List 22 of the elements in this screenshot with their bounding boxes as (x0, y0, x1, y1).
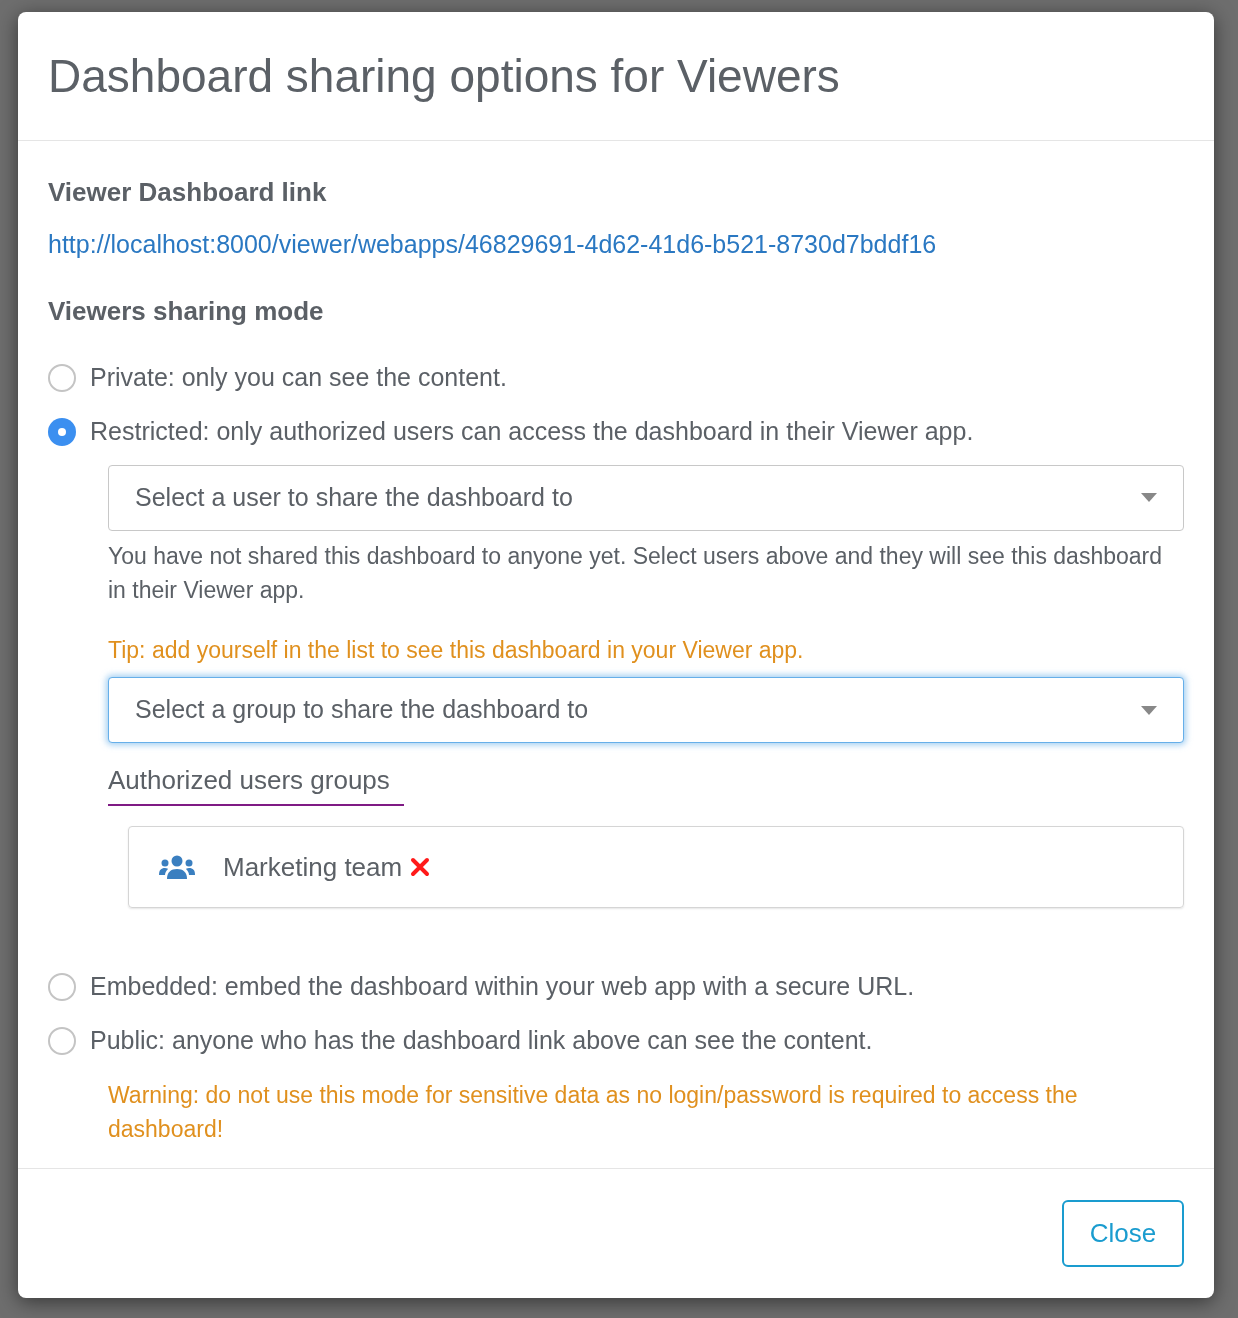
radio-label: Restricted: only authorized users can access the dashboard in their Viewer app. (90, 415, 974, 447)
warning-text: Warning: do not use this mode for sensitive data as no login/password is required to access the dashboard! (108, 1081, 1079, 1144)
section-heading: Viewer Dashboard link (48, 176, 328, 209)
section-heading: Viewers sharing mode (48, 294, 325, 328)
remove-icon[interactable] (410, 857, 431, 877)
caret-icon (1141, 705, 1157, 715)
radio-label: Private: only you can see the content. (90, 361, 507, 393)
group-name: Marketing team (223, 850, 403, 884)
dropdown-field[interactable]: Select a user to share the dashboard to (108, 464, 1184, 531)
users-icon (159, 855, 195, 879)
radio-button[interactable] (48, 1027, 76, 1055)
radio-button[interactable] (48, 973, 76, 1001)
tip-text: Tip: add yourself in the list to see this dashboard in your Viewer app. (108, 635, 805, 665)
dropdown-field[interactable]: Select a group to share the dashboard to (108, 677, 1184, 743)
help-text: You have not shared this dashboard to anyone yet. Select users above and they will see this dashboard in their Viewer app. (108, 541, 1163, 605)
radio-label: Embedded: embed the dashboard within your web app with a secure URL. (90, 971, 915, 1003)
dashboard-link[interactable]: http://localhost:8000/viewer/webapps/46829691-4d62-41d6-b521-8730d7bddf16 (48, 226, 1184, 264)
groups-heading: Authorized users groups (108, 761, 404, 806)
radio-button[interactable] (48, 363, 76, 392)
radio-label: Public: anyone who has the dashboard link above can see the content. (90, 1025, 873, 1057)
caret-icon (1141, 493, 1157, 502)
radio-button[interactable] (48, 417, 76, 446)
